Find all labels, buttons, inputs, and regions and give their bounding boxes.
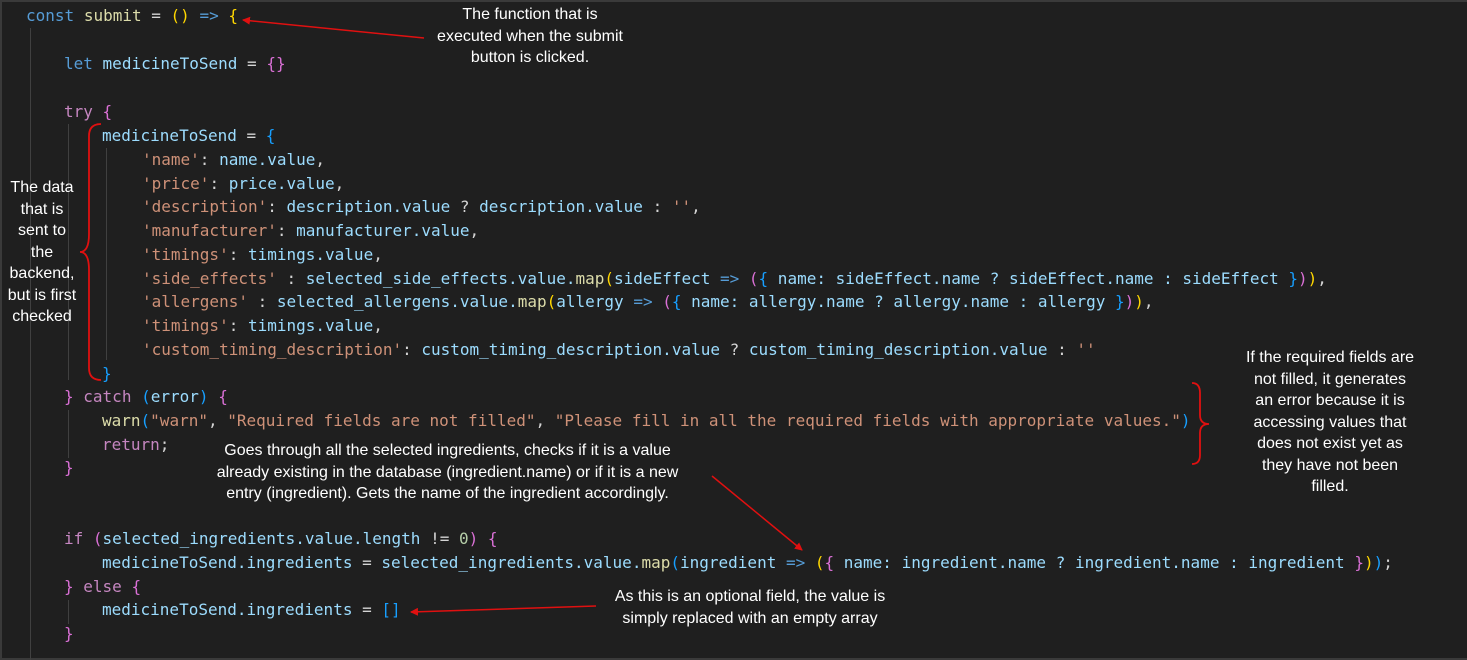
curly-brace-data-block	[79, 123, 102, 381]
annotation-marks	[79, 16, 1210, 616]
arrow-to-submit	[242, 16, 425, 39]
arrow-to-empty-array	[410, 605, 597, 616]
arrow-to-ingredients-map	[711, 475, 803, 551]
curly-brace-catch-block	[1191, 382, 1210, 465]
code-screenshot: const submit = () => { let medicineToSen…	[0, 0, 1467, 660]
